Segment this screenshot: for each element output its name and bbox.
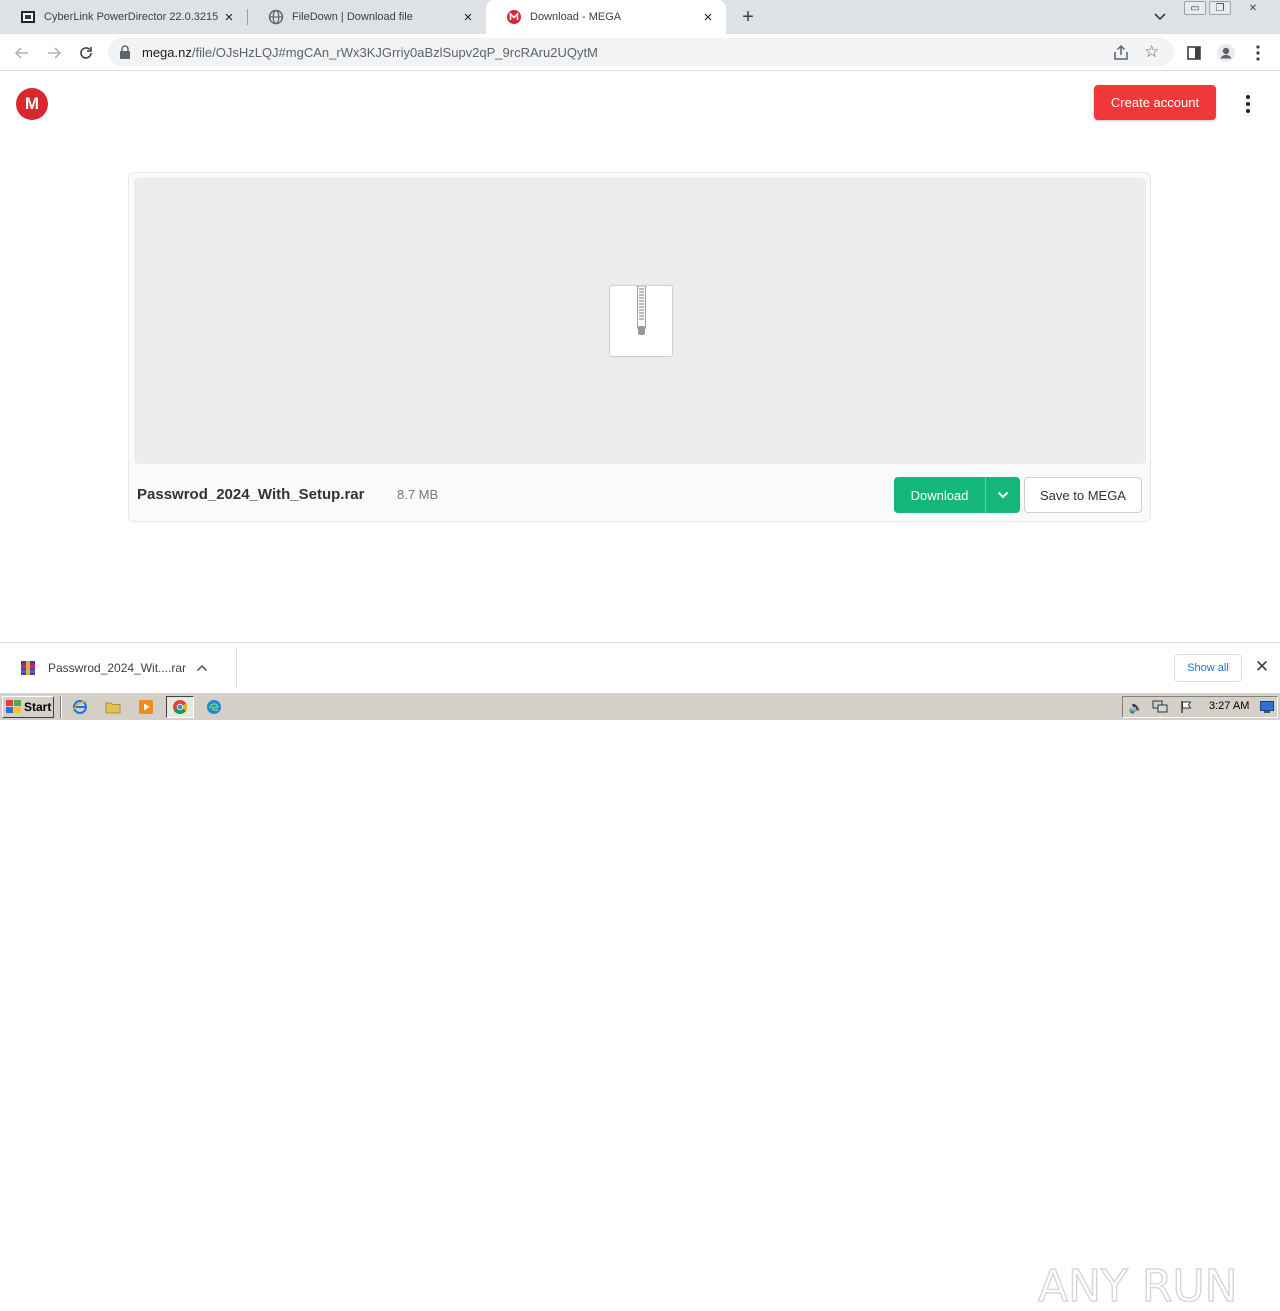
network-icon[interactable] — [1152, 700, 1168, 714]
system-tray: 🔈 3:27 AM — [1122, 696, 1278, 718]
side-panel-icon — [1187, 46, 1201, 60]
volume-icon[interactable]: 🔈 — [1128, 700, 1144, 714]
tab-title: Download - MEGA — [530, 11, 622, 23]
bookmark-star-icon[interactable]: ☆ — [1144, 42, 1159, 62]
cyberlink-icon — [21, 11, 35, 23]
download-item[interactable]: Passwrod_2024_Wit....rar — [12, 651, 234, 685]
download-shelf: Passwrod_2024_Wit....rar ANY RUN Show al… — [0, 642, 1280, 1311]
chrome-icon — [173, 700, 187, 714]
lock-icon — [120, 45, 130, 59]
back-arrow-icon — [14, 47, 28, 59]
download-item-name: Passwrod_2024_Wit....rar — [48, 661, 187, 675]
browser-menu-button[interactable] — [1246, 41, 1270, 65]
tab-filedown[interactable]: FileDown | Download file × — [248, 0, 486, 34]
browser-toolbar: mega.nz/file/OJsHzLQJ#mgCAn_rWx3KJGrriy0… — [0, 34, 1280, 71]
clock: 3:27 AM — [1209, 700, 1250, 712]
internet-explorer-icon[interactable] — [70, 698, 90, 716]
address-bar[interactable]: mega.nz/file/OJsHzLQJ#mgCAn_rWx3KJGrriy0… — [108, 38, 1174, 66]
url-text: mega.nz/file/OJsHzLQJ#mgCAn_rWx3KJGrriy0… — [142, 45, 598, 60]
close-tab-icon[interactable]: × — [700, 9, 716, 26]
chevron-down-icon[interactable] — [1150, 8, 1170, 26]
page-menu-button[interactable] — [1237, 92, 1259, 116]
show-desktop-icon[interactable] — [1259, 700, 1275, 714]
file-size: 8.7 MB — [397, 487, 439, 502]
vertical-dots-icon — [1256, 45, 1260, 61]
menu-dot — [1246, 102, 1250, 106]
mega-icon — [507, 10, 521, 24]
shelf-divider — [236, 649, 237, 687]
chevron-up-icon[interactable] — [192, 661, 212, 675]
winrar-icon — [21, 661, 35, 675]
mega-logo[interactable]: M — [16, 88, 48, 120]
archive-file-icon — [609, 285, 673, 357]
close-tab-icon[interactable]: × — [460, 9, 476, 26]
windows-flag-icon — [6, 700, 21, 713]
save-to-mega-button[interactable]: Save to MEGA — [1024, 477, 1142, 513]
start-button[interactable]: Start — [2, 696, 54, 718]
reload-icon — [80, 47, 92, 59]
file-name: Passwrod_2024_With_Setup.rar — [137, 486, 365, 503]
tab-title: CyberLink PowerDirector 22.0.3215 — [44, 11, 219, 23]
anyrun-watermark: ANY RUN — [1038, 1260, 1238, 1311]
chrome-taskbar-button[interactable] — [166, 696, 194, 718]
windows-taskbar: Start 🔈 3:27 AM — [0, 692, 1280, 720]
file-explorer-icon[interactable] — [103, 698, 123, 716]
edge-icon[interactable] — [204, 698, 224, 716]
url-path: /file/OJsHzLQJ#mgCAn_rWx3KJGrriy0aBzlSup… — [191, 45, 598, 60]
restore-button[interactable]: ❐ — [1209, 1, 1231, 15]
action-center-flag-icon[interactable] — [1179, 700, 1195, 714]
tab-title: FileDown | Download file — [292, 11, 413, 23]
new-tab-button[interactable]: + — [736, 5, 760, 29]
file-preview — [134, 178, 1146, 464]
create-account-button[interactable]: Create account — [1094, 85, 1216, 120]
back-button[interactable] — [10, 41, 34, 65]
tab-mega[interactable]: Download - MEGA × — [486, 0, 726, 34]
url-domain: mega.nz — [142, 45, 192, 60]
start-label: Start — [24, 700, 52, 714]
close-tab-icon[interactable]: × — [221, 9, 237, 26]
forward-button[interactable] — [42, 41, 66, 65]
menu-dot — [1246, 109, 1250, 113]
minimize-button[interactable]: ▭ — [1184, 1, 1206, 15]
show-all-downloads-button[interactable]: Show all — [1174, 654, 1242, 682]
side-panel-button[interactable] — [1182, 41, 1206, 65]
download-button[interactable]: Download — [894, 477, 1020, 513]
download-label: Download — [910, 487, 969, 503]
menu-dot — [1246, 95, 1250, 99]
close-window-button[interactable]: ✕ — [1242, 1, 1264, 15]
download-options-button[interactable] — [986, 477, 1020, 513]
zipper-icon — [637, 286, 646, 335]
share-icon[interactable] — [1112, 44, 1130, 62]
media-player-icon[interactable] — [136, 698, 156, 716]
globe-icon — [268, 9, 284, 25]
reload-button[interactable] — [74, 41, 98, 65]
tab-strip: CyberLink PowerDirector 22.0.3215 × File… — [0, 0, 1280, 34]
tab-cyberlink[interactable]: CyberLink PowerDirector 22.0.3215 × — [0, 0, 247, 34]
profile-avatar-icon — [1217, 44, 1235, 62]
taskbar-divider — [60, 696, 62, 718]
profile-button[interactable] — [1214, 41, 1238, 65]
forward-arrow-icon — [48, 47, 62, 59]
file-card: Passwrod_2024_With_Setup.rar 8.7 MB Down… — [128, 172, 1151, 522]
watermark-text: ANY RUN — [1038, 1261, 1238, 1311]
chevron-down-icon — [997, 491, 1009, 499]
close-shelf-icon[interactable]: ✕ — [1252, 657, 1272, 677]
